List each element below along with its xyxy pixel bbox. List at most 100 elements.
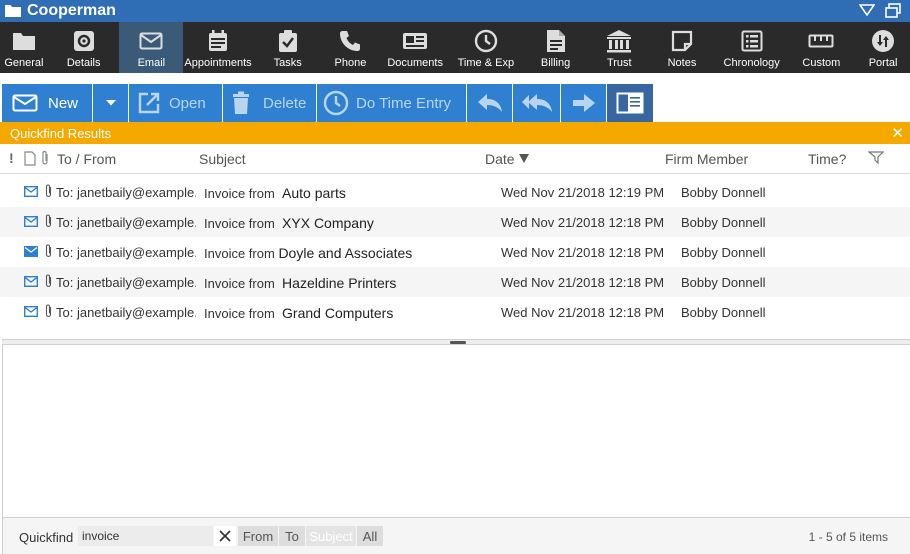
nav-time-exp[interactable]: Time & Exp <box>452 22 520 73</box>
row-recipient: To: janetbaily@example.com <box>56 275 196 290</box>
column-subject[interactable]: Subject <box>199 151 246 167</box>
row-date: Wed Nov 21/2018 12:19 PM <box>501 185 665 200</box>
row-date: Wed Nov 21/2018 12:18 PM <box>501 275 665 290</box>
table-row[interactable]: To: janetbaily@example.com Invoice from … <box>0 207 910 237</box>
nav-portal[interactable]: Portal <box>856 22 910 73</box>
row-recipient: To: janetbaily@example.com <box>56 215 196 230</box>
nav-email[interactable]: Email <box>119 22 184 73</box>
clear-search-icon[interactable] <box>214 526 236 546</box>
email-icon <box>139 29 163 53</box>
email-read-icon <box>24 186 38 197</box>
reading-pane-toggle[interactable] <box>607 84 653 122</box>
chevron-down-icon <box>105 100 116 106</box>
paperclip-icon <box>45 214 52 227</box>
row-subject: Invoice from Doyle and Associates <box>204 245 412 261</box>
nav-label: Time & Exp <box>457 57 515 69</box>
subject-prefix: Invoice from <box>204 306 275 321</box>
title-bar: Cooperman <box>0 0 910 22</box>
column-date[interactable]: Date <box>485 151 515 167</box>
nav-label: Phone <box>334 57 367 69</box>
subject-prefix: Invoice from <box>204 246 275 261</box>
table-row[interactable]: To: janetbaily@example.com Invoice from … <box>0 267 910 297</box>
window-title: Cooperman <box>27 2 116 19</box>
trash-icon <box>233 91 249 114</box>
column-firm-member[interactable]: Firm Member <box>665 151 748 167</box>
table-row[interactable]: To: janetbaily@example.com Invoice from … <box>0 237 910 267</box>
filter-icon[interactable] <box>868 151 884 165</box>
nav-trust[interactable]: Trust <box>591 22 647 73</box>
new-dropdown-button[interactable] <box>93 84 128 122</box>
clock-icon <box>474 29 498 53</box>
quickfind-results-bar: Quickfind Results ✕ <box>0 122 910 144</box>
billing-icon <box>546 29 566 53</box>
row-firm-member: Bobby Donnell <box>681 275 766 290</box>
paperclip-column-icon[interactable] <box>41 150 49 166</box>
chronology-icon <box>741 29 763 53</box>
nav-label: General <box>4 57 44 69</box>
new-button[interactable]: New <box>2 84 92 122</box>
nav-documents[interactable]: Documents <box>378 22 452 73</box>
nav-label: Custom <box>802 57 841 69</box>
filter-subject[interactable]: Subject <box>306 526 356 546</box>
forward-arrow-icon <box>572 94 595 112</box>
delete-button[interactable]: Delete <box>223 84 316 122</box>
folder-icon <box>12 29 36 53</box>
nav-chronology[interactable]: Chronology <box>717 22 787 73</box>
nav-custom[interactable]: Custom <box>787 22 857 73</box>
row-date: Wed Nov 21/2018 12:18 PM <box>501 305 665 320</box>
document-column-icon[interactable] <box>24 151 36 166</box>
quickfind-bar: Quickfind From To Subject All 1 - 5 of 5… <box>2 517 910 554</box>
row-firm-member: Bobby Donnell <box>681 215 766 230</box>
nav-appointments[interactable]: Appointments <box>183 22 253 73</box>
subject-name: Doyle and Associates <box>278 245 413 261</box>
reading-pane-icon <box>616 92 644 114</box>
subject-name: XYX Company <box>282 215 374 231</box>
reply-all-button[interactable] <box>513 84 560 122</box>
phone-icon <box>339 29 361 53</box>
clock-icon <box>323 90 349 116</box>
nav-notes[interactable]: Notes <box>647 22 717 73</box>
email-icon <box>12 94 38 112</box>
nav-label: Notes <box>667 57 697 69</box>
open-button[interactable]: Open <box>129 84 222 122</box>
row-firm-member: Bobby Donnell <box>681 305 766 320</box>
main-nav: General Details Email Appointments Tasks… <box>0 22 910 73</box>
paperclip-icon <box>45 274 52 287</box>
subject-prefix: Invoice from <box>204 186 275 201</box>
importance-column-icon[interactable]: ! <box>9 150 14 166</box>
row-recipient: To: janetbaily@example.com <box>56 245 196 260</box>
nav-label: Tasks <box>273 57 302 69</box>
quickfind-label: Quickfind <box>19 530 74 545</box>
quickfind-input[interactable] <box>78 526 213 546</box>
column-time[interactable]: Time? <box>808 151 846 167</box>
email-read-icon <box>24 216 38 227</box>
nav-details[interactable]: Details <box>48 22 120 73</box>
documents-icon <box>402 29 428 53</box>
table-row[interactable]: To: janetbaily@example.com Invoice from … <box>0 177 910 207</box>
subject-prefix: Invoice from <box>204 276 275 291</box>
nav-billing[interactable]: Billing <box>520 22 592 73</box>
splitter-grip[interactable] <box>450 341 466 344</box>
reply-button[interactable] <box>467 84 512 122</box>
filter-all[interactable]: All <box>357 526 383 546</box>
email-toolbar: New Open Delete Do Time Entry <box>0 84 910 122</box>
row-subject: Invoice from Grand Computers <box>204 305 393 321</box>
do-time-entry-button[interactable]: Do Time Entry <box>317 84 466 122</box>
row-date: Wed Nov 21/2018 12:18 PM <box>501 245 665 260</box>
email-unread-icon <box>24 246 38 257</box>
table-row[interactable]: To: janetbaily@example.com Invoice from … <box>0 297 910 327</box>
forward-button[interactable] <box>561 84 606 122</box>
dropdown-triangle-icon[interactable] <box>859 3 875 17</box>
paperclip-icon <box>45 184 52 197</box>
close-icon[interactable]: ✕ <box>891 124 904 142</box>
app-window: Cooperman General Details Email Appointm… <box>0 0 910 554</box>
filter-from[interactable]: From <box>238 526 278 546</box>
nav-general[interactable]: General <box>0 22 48 73</box>
nav-label: Portal <box>868 57 898 69</box>
filter-to[interactable]: To <box>279 526 305 546</box>
column-to-from[interactable]: To / From <box>57 151 116 167</box>
gear-icon <box>73 29 95 53</box>
nav-phone[interactable]: Phone <box>323 22 379 73</box>
restore-window-icon[interactable] <box>885 3 902 18</box>
nav-tasks[interactable]: Tasks <box>253 22 323 73</box>
